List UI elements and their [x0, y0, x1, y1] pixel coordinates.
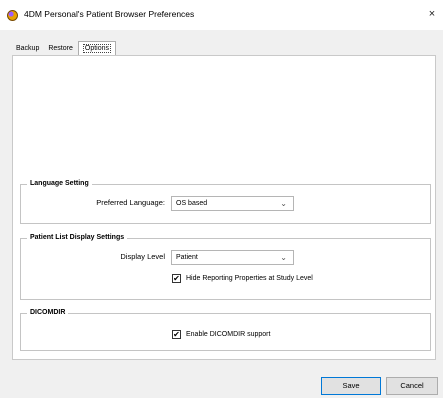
- tab-options[interactable]: Options: [77, 41, 116, 56]
- patient-list-group: Patient List Display Settings Display Le…: [20, 233, 431, 300]
- save-button[interactable]: Save: [321, 377, 381, 395]
- window-title: 4DM Personal's Patient Browser Preferenc…: [24, 9, 195, 19]
- enable-dicomdir-label: Enable DICOMDIR support: [186, 331, 271, 338]
- tab-restore-label: Restore: [48, 45, 73, 52]
- preferred-language-value: OS based: [176, 200, 208, 207]
- language-setting-title: Language Setting: [27, 179, 92, 189]
- language-setting-group: Language Setting Preferred Language: OS …: [20, 179, 431, 224]
- hide-reporting-checkbox-row[interactable]: ✔ Hide Reporting Properties at Study Lev…: [172, 274, 313, 283]
- display-level-select[interactable]: Patient ⌄: [171, 250, 294, 265]
- hide-reporting-checkbox[interactable]: ✔: [172, 274, 181, 283]
- preferred-language-label: Preferred Language:: [96, 198, 165, 207]
- hide-reporting-label: Hide Reporting Properties at Study Level: [186, 275, 313, 282]
- display-level-label: Display Level: [120, 252, 165, 261]
- close-icon[interactable]: ×: [425, 6, 439, 22]
- cancel-button[interactable]: Cancel: [386, 377, 438, 395]
- patient-list-title: Patient List Display Settings: [27, 233, 128, 243]
- preferred-language-select[interactable]: OS based ⌄: [171, 196, 294, 211]
- dicomdir-title: DICOMDIR: [27, 308, 69, 318]
- app-icon: [7, 10, 18, 21]
- tab-backup[interactable]: Backup: [12, 43, 43, 55]
- tab-backup-label: Backup: [16, 45, 40, 52]
- chevron-down-icon: ⌄: [280, 253, 287, 262]
- display-level-value: Patient: [176, 254, 198, 261]
- tab-strip: Backup Restore Options: [12, 40, 117, 56]
- title-bar: 4DM Personal's Patient Browser Preferenc…: [0, 0, 443, 30]
- enable-dicomdir-checkbox-row[interactable]: ✔ Enable DICOMDIR support: [172, 330, 270, 339]
- enable-dicomdir-checkbox[interactable]: ✔: [172, 330, 181, 339]
- chevron-down-icon: ⌄: [280, 199, 287, 208]
- options-panel: Language Setting Preferred Language: OS …: [12, 55, 436, 360]
- tab-restore[interactable]: Restore: [44, 43, 77, 55]
- dicomdir-group: DICOMDIR ✔ Enable DICOMDIR support: [20, 308, 431, 351]
- preferences-window: 4DM Personal's Patient Browser Preferenc…: [0, 0, 443, 398]
- tab-options-label: Options: [82, 44, 111, 53]
